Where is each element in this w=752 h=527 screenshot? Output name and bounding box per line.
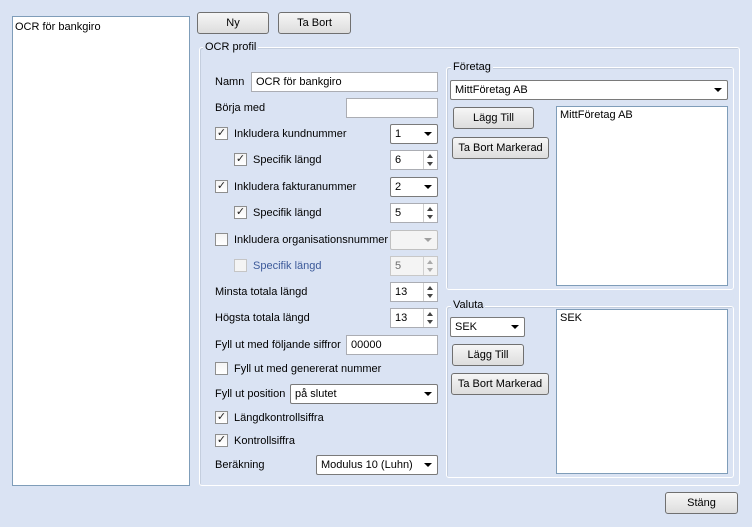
- company-add-button[interactable]: Lägg Till: [453, 107, 534, 129]
- org-specific-length-label: Specifik längd: [253, 260, 322, 272]
- max-total-length-label: Högsta totala längd: [215, 312, 310, 324]
- arrow-up-icon: [427, 312, 433, 316]
- new-button[interactable]: Ny: [197, 12, 269, 34]
- arrow-up-icon: [427, 260, 433, 264]
- min-total-length-value: 13: [395, 286, 408, 298]
- customer-position-value: 1: [395, 128, 402, 140]
- stepper-buttons[interactable]: [423, 151, 437, 169]
- name-label: Namn: [215, 76, 245, 88]
- profile-list[interactable]: OCR för bankgiro: [12, 16, 190, 486]
- stepper-buttons[interactable]: [423, 204, 437, 222]
- company-select-value: MittFöretag AB: [455, 84, 528, 96]
- check-digit-checkbox[interactable]: ✓: [215, 434, 228, 447]
- include-customer-checkbox[interactable]: ✓: [215, 127, 228, 140]
- chevron-down-icon: [424, 463, 432, 467]
- start-with-input[interactable]: [346, 98, 438, 118]
- min-total-length-label: Minsta totala längd: [215, 286, 308, 298]
- max-total-length-stepper[interactable]: 13: [390, 308, 438, 328]
- invoice-length-value: 5: [395, 207, 402, 219]
- chevron-down-icon: [424, 392, 432, 396]
- close-button[interactable]: Stäng: [665, 492, 738, 514]
- currency-select-value: SEK: [455, 321, 478, 333]
- calculation-value: Modulus 10 (Luhn): [321, 459, 413, 471]
- currency-add-button[interactable]: Lägg Till: [452, 344, 524, 366]
- invoice-specific-length-label: Specifik längd: [253, 207, 322, 219]
- chevron-down-icon: [511, 325, 519, 329]
- customer-specific-length-checkbox[interactable]: ✓: [234, 153, 247, 166]
- delete-button[interactable]: Ta Bort: [278, 12, 351, 34]
- arrow-up-icon: [427, 154, 433, 158]
- customer-position-select[interactable]: 1: [390, 124, 438, 144]
- fill-position-label: Fyll ut position: [215, 388, 286, 400]
- currency-select[interactable]: SEK: [450, 317, 525, 337]
- include-invoice-label: Inkludera fakturanummer: [234, 181, 357, 193]
- org-length-stepper[interactable]: 5: [390, 256, 438, 276]
- currency-group-title: Valuta: [451, 299, 486, 311]
- include-org-label: Inkludera organisationsnummer: [234, 234, 389, 246]
- name-input[interactable]: OCR för bankgiro: [251, 72, 438, 92]
- customer-length-stepper[interactable]: 6: [390, 150, 438, 170]
- invoice-position-value: 2: [395, 181, 402, 193]
- stepper-buttons[interactable]: [423, 257, 437, 275]
- fill-generated-label: Fyll ut med genererat nummer: [234, 363, 382, 375]
- currency-list-item[interactable]: SEK: [560, 312, 582, 324]
- arrow-up-icon: [427, 207, 433, 211]
- calculation-label: Beräkning: [215, 459, 265, 471]
- company-list-item[interactable]: MittFöretag AB: [560, 109, 633, 121]
- max-total-length-value: 13: [395, 312, 408, 324]
- fill-digits-label: Fyll ut med följande siffror: [215, 339, 341, 351]
- stepper-buttons[interactable]: [423, 283, 437, 301]
- include-org-checkbox[interactable]: [215, 233, 228, 246]
- company-group-title: Företag: [451, 61, 493, 73]
- length-check-digit-checkbox[interactable]: ✓: [215, 411, 228, 424]
- arrow-down-icon: [427, 294, 433, 298]
- org-position-select[interactable]: [390, 230, 438, 250]
- profile-list-item[interactable]: OCR för bankgiro: [15, 21, 101, 33]
- include-invoice-checkbox[interactable]: ✓: [215, 180, 228, 193]
- invoice-position-select[interactable]: 2: [390, 177, 438, 197]
- fill-position-select[interactable]: på slutet: [290, 384, 438, 404]
- company-remove-selected-button[interactable]: Ta Bort Markerad: [452, 137, 549, 159]
- org-length-value: 5: [395, 260, 402, 272]
- arrow-down-icon: [427, 215, 433, 219]
- org-specific-length-checkbox[interactable]: [234, 259, 247, 272]
- chevron-down-icon: [424, 185, 432, 189]
- stepper-buttons[interactable]: [423, 309, 437, 327]
- fill-position-value: på slutet: [295, 388, 337, 400]
- company-list[interactable]: MittFöretag AB: [556, 106, 728, 286]
- check-digit-label: Kontrollsiffra: [234, 435, 295, 447]
- chevron-down-icon: [424, 238, 432, 242]
- currency-list[interactable]: SEK: [556, 309, 728, 474]
- fill-generated-checkbox[interactable]: [215, 362, 228, 375]
- customer-length-value: 6: [395, 154, 402, 166]
- start-with-label: Börja med: [215, 102, 266, 114]
- chevron-down-icon: [424, 132, 432, 136]
- customer-specific-length-label: Specifik längd: [253, 154, 322, 166]
- invoice-length-stepper[interactable]: 5: [390, 203, 438, 223]
- ocr-profile-group-title: OCR profil: [203, 41, 259, 53]
- arrow-down-icon: [427, 268, 433, 272]
- fill-digits-input[interactable]: 00000: [346, 335, 438, 355]
- company-select[interactable]: MittFöretag AB: [450, 80, 728, 100]
- currency-remove-selected-button[interactable]: Ta Bort Markerad: [451, 373, 549, 395]
- include-customer-label: Inkludera kundnummer: [234, 128, 347, 140]
- min-total-length-stepper[interactable]: 13: [390, 282, 438, 302]
- chevron-down-icon: [714, 88, 722, 92]
- calculation-select[interactable]: Modulus 10 (Luhn): [316, 455, 438, 475]
- arrow-down-icon: [427, 162, 433, 166]
- arrow-up-icon: [427, 286, 433, 290]
- length-check-digit-label: Längdkontrollsiffra: [234, 412, 324, 424]
- arrow-down-icon: [427, 320, 433, 324]
- invoice-specific-length-checkbox[interactable]: ✓: [234, 206, 247, 219]
